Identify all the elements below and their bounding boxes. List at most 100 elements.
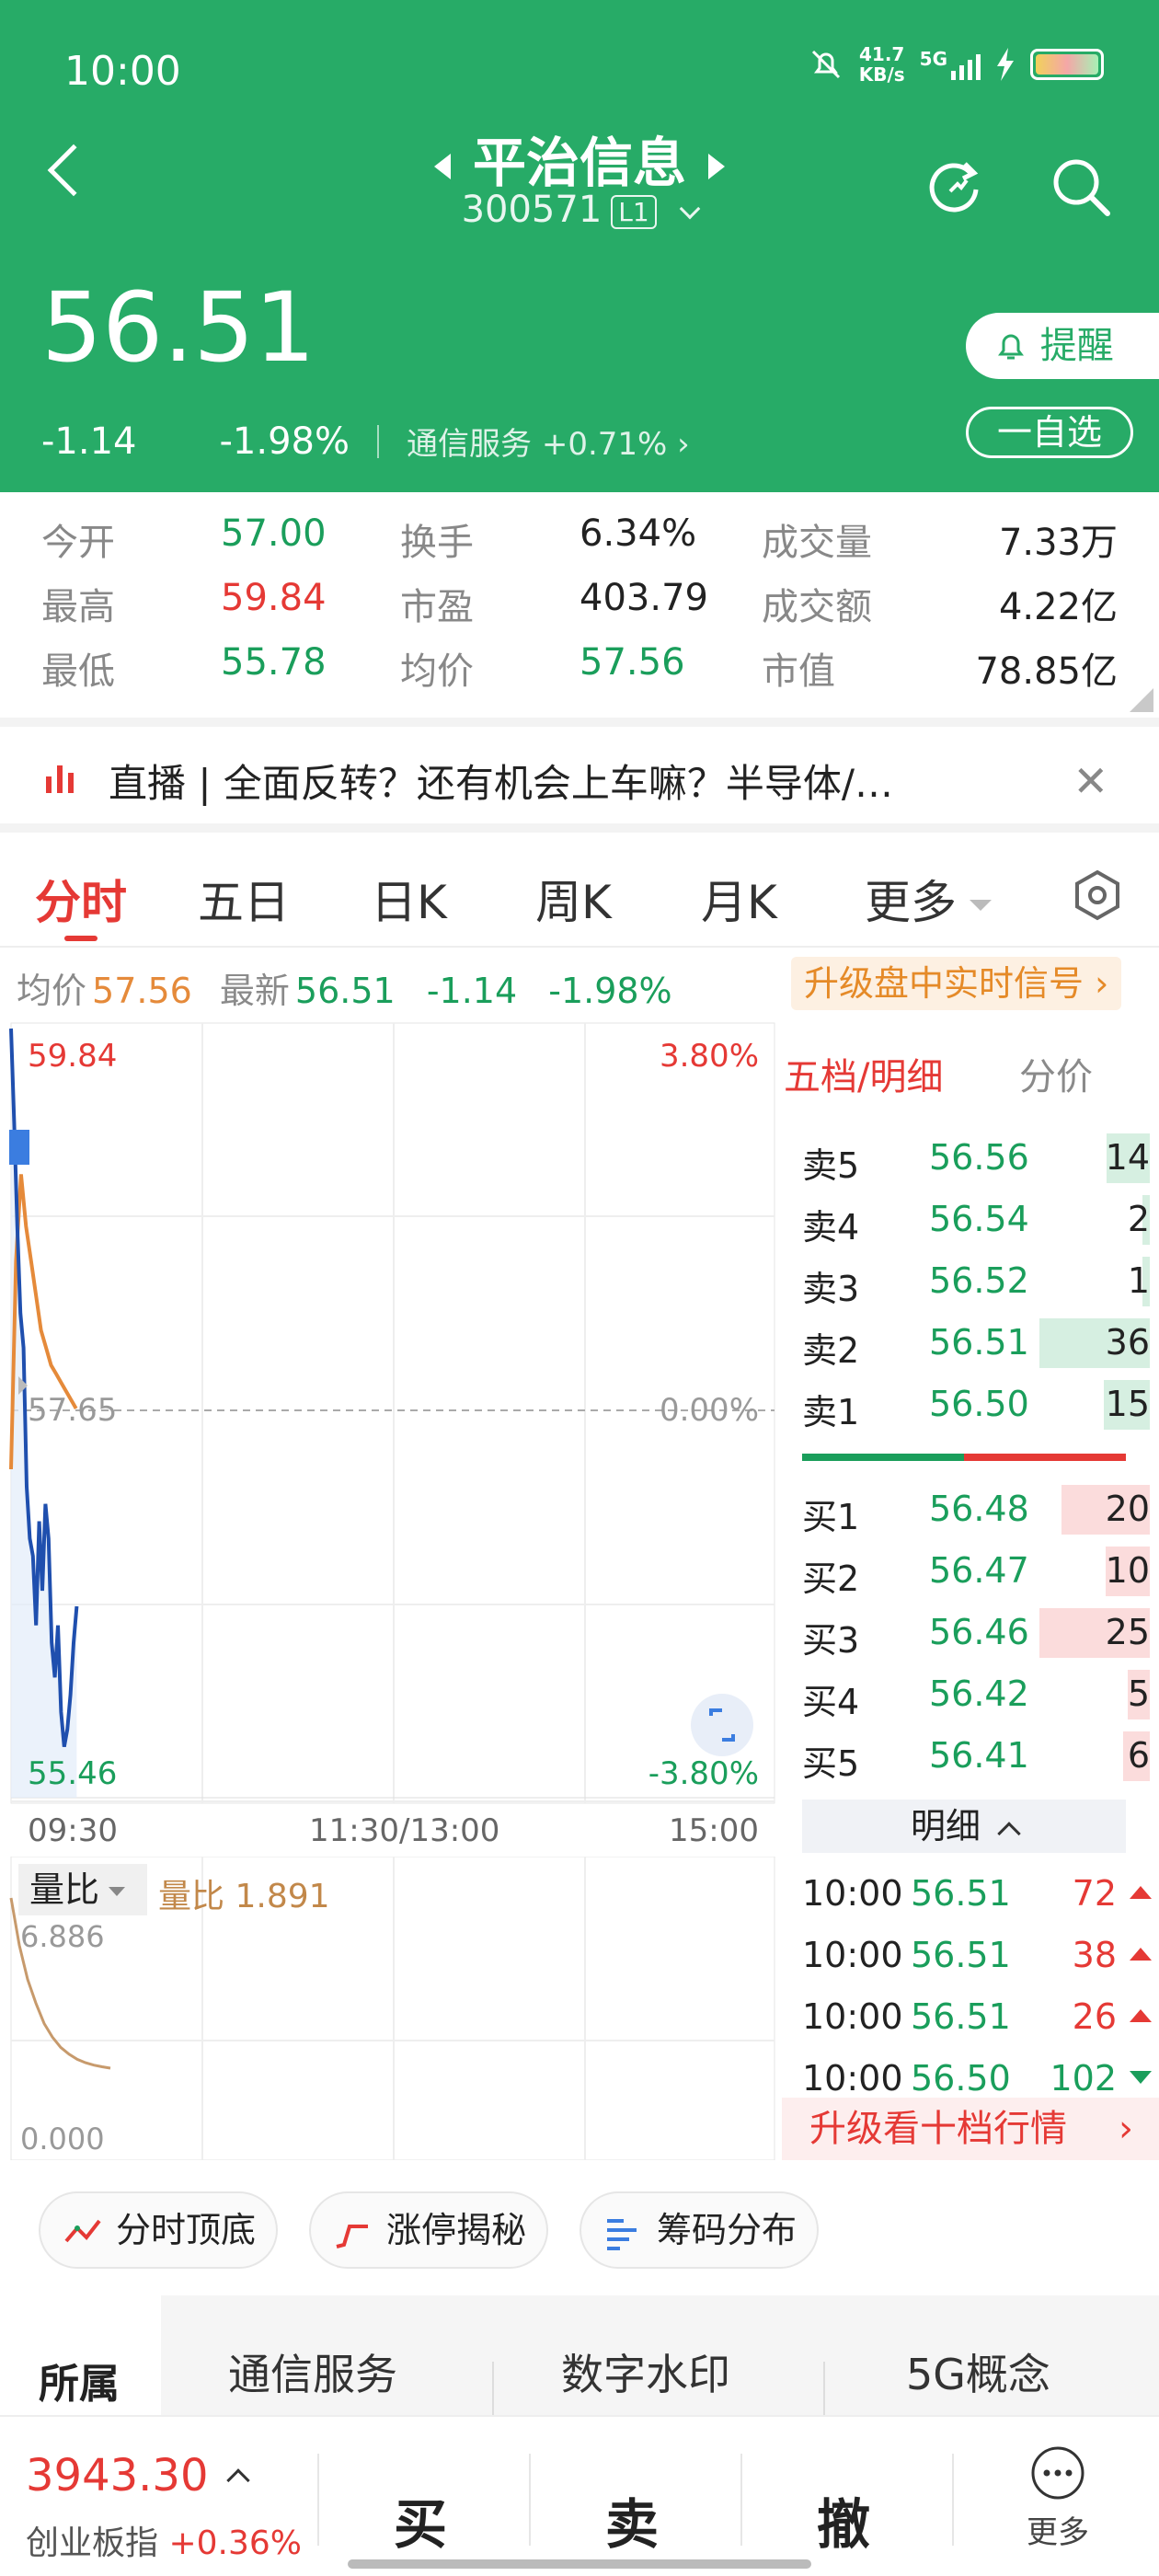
detail-toggle[interactable]: 明细: [802, 1800, 1126, 1853]
info-values: 均价 57.56 最新 56.51 -1.14 -1.98%: [17, 971, 672, 1011]
tick-volume: 26: [1072, 1996, 1117, 2037]
stat-label: 换手: [400, 522, 474, 564]
pct-low-label: -3.80%: [648, 1755, 759, 1792]
ask-price: 56.56: [929, 1137, 1029, 1178]
ask-level-label: 卖2: [802, 1330, 860, 1371]
caret-down-icon: [109, 1887, 126, 1896]
home-indicator[interactable]: [348, 2559, 811, 2569]
expand-corner-icon[interactable]: [1130, 688, 1153, 712]
tick-price: 56.51: [911, 1996, 1011, 2037]
tab-more[interactable]: 更多: [865, 866, 992, 932]
tab-five-level[interactable]: 五档/明细: [784, 1047, 943, 1100]
tick-time: 10:00: [802, 1935, 903, 1975]
level-badge: L1: [611, 194, 657, 229]
bid-row[interactable]: 买1 56.48 20: [802, 1481, 1159, 1537]
y-mid-label: 57.65: [28, 1392, 118, 1429]
intraday-chart[interactable]: 59.84 57.65 55.46 3.80% 0.00% -3.80%: [0, 1019, 782, 1862]
fullscreen-button[interactable]: [691, 1694, 753, 1756]
search-icon[interactable]: [1049, 155, 1113, 219]
intraday-top-bottom-button[interactable]: 分时顶底: [39, 2191, 279, 2269]
concept-tag[interactable]: 通信服务: [228, 2341, 397, 2402]
ask-level-label: 卖1: [802, 1392, 860, 1432]
tick-time: 10:00: [802, 1996, 903, 2037]
volume-ratio-tab[interactable]: 量比: [18, 1864, 147, 1915]
mute-bell-icon: [811, 50, 840, 79]
tick-detail-row: 10:00 56.51 26: [802, 1989, 1152, 2044]
limit-up-icon: [336, 2225, 368, 2248]
tab-price-split[interactable]: 分价: [1019, 1047, 1093, 1100]
sell-button[interactable]: 卖: [605, 2481, 659, 2559]
time-start: 09:30: [28, 1812, 118, 1849]
stat-label: 成交量: [762, 522, 872, 564]
charging-icon: [997, 48, 1014, 81]
tab-daily-k[interactable]: 日K: [371, 866, 447, 932]
bid-price: 56.46: [929, 1612, 1029, 1652]
more-icon: [1031, 2446, 1084, 2500]
upgrade-signal-button[interactable]: 升级盘中实时信号 ›: [791, 957, 1122, 1010]
buy-button[interactable]: 买: [394, 2481, 447, 2559]
ask-row[interactable]: 卖3 56.52 1: [802, 1253, 1159, 1309]
ask-row[interactable]: 卖1 56.50 15: [802, 1376, 1159, 1432]
ask-qty: 14: [1105, 1137, 1150, 1178]
bid-row[interactable]: 买2 56.47 10: [802, 1543, 1159, 1599]
stat-label: 今开: [41, 522, 115, 564]
chart-info-line: 均价 57.56 最新 56.51 -1.14 -1.98% 升级盘中实时信号 ›: [0, 948, 1159, 1019]
ask-level-label: 卖4: [802, 1207, 860, 1248]
y-high-label: 59.84: [28, 1038, 118, 1075]
limit-up-button[interactable]: 涨停揭秘: [309, 2191, 549, 2269]
ask-row[interactable]: 卖2 56.51 36: [802, 1315, 1159, 1371]
bid-qty: 5: [1127, 1673, 1150, 1714]
ask-row[interactable]: 卖5 56.56 14: [802, 1130, 1159, 1186]
concept-tag[interactable]: 5G概念: [906, 2341, 1050, 2402]
vol-max-label: 6.886: [20, 1919, 105, 1954]
next-stock-icon[interactable]: [708, 153, 725, 179]
stat-open: 57.00: [221, 512, 327, 555]
stat-amount: 4.22亿: [998, 586, 1118, 628]
add-favorite-button[interactable]: 一自选: [966, 407, 1133, 458]
bid-row[interactable]: 买5 56.41 6: [802, 1728, 1159, 1784]
concept-tabs: 所属 通信服务 数字水印 5G概念: [0, 2295, 1159, 2415]
tick-time: 10:00: [802, 1873, 903, 1914]
chevron-up-icon: [997, 1822, 1021, 1846]
bid-row[interactable]: 买3 56.46 25: [802, 1604, 1159, 1661]
tab-five-day[interactable]: 五日: [198, 866, 290, 932]
concept-tag[interactable]: 数字水印: [561, 2341, 730, 2402]
tab-indicator: [64, 936, 98, 941]
upgrade-ten-level-button[interactable]: 升级看十档行情 ›: [782, 2098, 1159, 2160]
tab-monthly-k[interactable]: 月K: [701, 866, 777, 932]
tick-price: 56.50: [911, 2058, 1011, 2099]
chip-distribution-button[interactable]: 筹码分布: [580, 2191, 820, 2269]
stat-pe: 403.79: [580, 577, 708, 619]
tick-detail-row: 10:00 56.51 72: [802, 1866, 1152, 1921]
stat-mktcap: 78.85亿: [975, 650, 1118, 693]
stat-label: 均价: [400, 650, 474, 693]
bid-price: 56.42: [929, 1673, 1029, 1714]
refresh-icon[interactable]: [924, 155, 989, 219]
tab-intraday[interactable]: 分时: [35, 866, 127, 932]
stat-volume: 7.33万: [998, 522, 1118, 564]
settings-icon[interactable]: [1072, 869, 1123, 921]
live-banner[interactable]: 直播 | 全面反转？还有机会上车嘛？半导体/… ✕: [0, 718, 1159, 833]
remind-button[interactable]: 提醒: [966, 313, 1159, 379]
arrow-up-icon: [1130, 1948, 1152, 1961]
chart-tabs: 分时 五日 日K 周K 月K 更多: [0, 833, 1159, 948]
ask-qty: 15: [1105, 1384, 1150, 1424]
ask-row[interactable]: 卖4 56.54 2: [802, 1191, 1159, 1248]
tab-weekly-k[interactable]: 周K: [535, 866, 612, 932]
bid-row[interactable]: 买4 56.42 5: [802, 1666, 1159, 1722]
more-button[interactable]: 更多: [1026, 2444, 1090, 2555]
cancel-button[interactable]: 撤: [817, 2481, 870, 2559]
close-icon[interactable]: ✕: [1073, 756, 1108, 806]
bid-level-label: 买5: [802, 1743, 860, 1784]
prev-stock-icon[interactable]: [433, 153, 451, 179]
chip-icon: [607, 2219, 637, 2250]
bid-price: 56.48: [929, 1489, 1029, 1529]
index-value[interactable]: 3943.30: [26, 2450, 250, 2501]
quick-tools: 分时顶底 涨停揭秘 筹码分布: [0, 2160, 1159, 2284]
change-row: -1.14 -1.98% 通信服务 +0.71% ›: [41, 419, 690, 464]
concept-header: 所属: [0, 2295, 161, 2415]
tick-volume: 102: [1050, 2058, 1117, 2099]
tick-price: 56.51: [911, 1873, 1011, 1914]
sector-link[interactable]: 通信服务 +0.71% ›: [407, 419, 690, 464]
time-end: 15:00: [669, 1812, 759, 1849]
